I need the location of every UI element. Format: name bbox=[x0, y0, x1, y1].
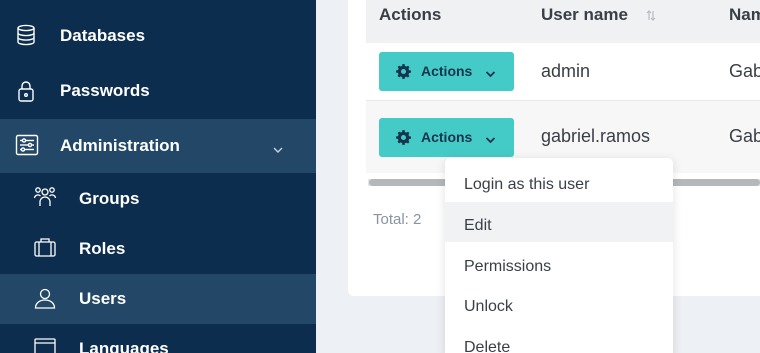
gear-icon bbox=[396, 64, 412, 82]
menu-item-edit[interactable]: Edit bbox=[445, 202, 673, 242]
sidebar-item-label: Languages bbox=[79, 339, 169, 353]
sidebar-subitem-groups[interactable]: Groups bbox=[0, 173, 316, 223]
sidebar-subitem-roles[interactable]: Roles bbox=[0, 223, 316, 273]
menu-item-delete[interactable]: Delete bbox=[445, 324, 673, 353]
actions-label: Actions bbox=[421, 63, 473, 79]
chevron-down-icon bbox=[485, 131, 496, 147]
languages-icon bbox=[33, 336, 57, 353]
sidebar-item-label: Users bbox=[79, 289, 127, 308]
menu-item-label: Unlock bbox=[464, 298, 513, 315]
menu-item-label: Delete bbox=[464, 339, 511, 353]
sidebar-item-label: Groups bbox=[79, 189, 140, 208]
menu-item-permissions[interactable]: Permissions bbox=[445, 243, 673, 283]
sidebar-item-passwords[interactable]: Passwords bbox=[0, 66, 316, 116]
sidebar-item-label: Roles bbox=[79, 239, 126, 258]
groups-icon bbox=[33, 186, 57, 213]
row-actions-button[interactable]: Actions bbox=[379, 52, 514, 91]
briefcase-icon bbox=[33, 236, 57, 263]
column-header-name[interactable]: Nam bbox=[729, 5, 760, 25]
sidebar-item-label: Databases bbox=[60, 26, 146, 45]
row-actions-dropdown: Login as this user Edit Permissions Unlo… bbox=[445, 158, 673, 353]
menu-item-label: Login as this user bbox=[464, 176, 590, 193]
chevron-down-icon bbox=[272, 139, 284, 159]
menu-item-label: Edit bbox=[464, 217, 492, 234]
menu-item-unlock[interactable]: Unlock bbox=[445, 283, 673, 323]
menu-item-login-as-user[interactable]: Login as this user bbox=[445, 161, 673, 201]
lock-icon bbox=[15, 79, 37, 103]
row-actions-button[interactable]: Actions bbox=[379, 118, 514, 157]
sidebar-item-label: Administration bbox=[60, 136, 180, 155]
column-header-actions: Actions bbox=[379, 5, 442, 24]
sidebar-subitem-users[interactable]: Users bbox=[0, 274, 316, 324]
actions-label: Actions bbox=[421, 129, 473, 145]
sidebar-item-databases[interactable]: Databases bbox=[0, 11, 316, 61]
chevron-down-icon bbox=[485, 65, 496, 81]
column-header-user-name[interactable]: User name bbox=[541, 5, 628, 25]
database-icon bbox=[15, 24, 37, 46]
cell-user-name: admin bbox=[541, 61, 591, 81]
cell-name: Gab bbox=[729, 126, 760, 146]
sidebar-item-administration[interactable]: Administration bbox=[0, 119, 316, 173]
sort-icon[interactable] bbox=[646, 10, 656, 24]
sidebar-subitem-languages[interactable]: Languages bbox=[0, 325, 316, 353]
cell-name: Gab bbox=[729, 61, 760, 81]
sidebar: Databases Passwords Administration Group… bbox=[0, 0, 316, 353]
gear-icon bbox=[396, 130, 412, 148]
sliders-icon bbox=[15, 134, 39, 156]
cell-user-name: gabriel.ramos bbox=[541, 126, 651, 146]
menu-item-label: Permissions bbox=[464, 258, 552, 275]
sidebar-item-label: Passwords bbox=[60, 81, 150, 100]
total-count: Total: 2 bbox=[373, 211, 422, 228]
user-icon bbox=[33, 286, 57, 315]
